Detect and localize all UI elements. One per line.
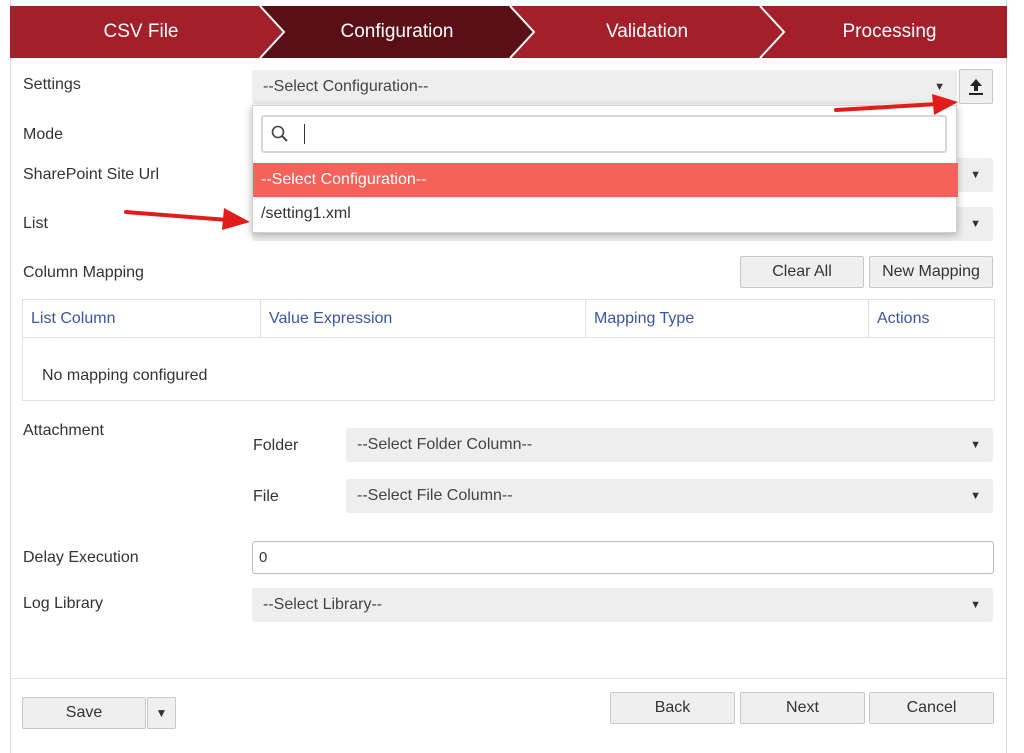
file-label: File <box>253 488 279 505</box>
chevron-down-icon: ▼ <box>970 439 981 451</box>
delay-execution-input[interactable]: 0 <box>252 541 994 574</box>
column-header-value-expression[interactable]: Value Expression <box>261 300 586 338</box>
wizard-steps: CSV File Configuration Validation Proces… <box>10 6 1007 58</box>
empty-mapping-message: No mapping configured <box>42 367 208 384</box>
cancel-button[interactable]: Cancel <box>869 692 994 724</box>
text-cursor <box>304 124 305 144</box>
chevron-down-icon: ▼ <box>155 706 168 720</box>
mode-label: Mode <box>23 126 64 143</box>
upload-icon <box>969 79 983 95</box>
upload-button[interactable] <box>959 69 993 104</box>
chevron-down-icon: ▼ <box>970 218 981 230</box>
chevron-down-icon: ▼ <box>970 169 981 181</box>
annotation-arrow-upload <box>834 94 958 115</box>
new-mapping-button[interactable]: New Mapping <box>869 256 993 288</box>
attachment-label: Attachment <box>23 422 104 439</box>
annotation-arrow-setting1 <box>124 208 250 230</box>
log-library-select[interactable]: --Select Library-- ▼ <box>252 588 993 622</box>
mapping-table: List Column Value Expression Mapping Typ… <box>22 299 995 401</box>
dropdown-option-setting1[interactable]: /setting1.xml <box>253 197 958 231</box>
log-library-select-value: --Select Library-- <box>263 596 383 613</box>
column-header-actions[interactable]: Actions <box>869 300 994 338</box>
step-validation[interactable]: Validation <box>522 6 772 58</box>
folder-label: Folder <box>253 437 299 454</box>
dropdown-search-input[interactable] <box>261 115 947 153</box>
step-processing[interactable]: Processing <box>772 6 1007 58</box>
settings-label: Settings <box>23 76 81 93</box>
file-column-select-value: --Select File Column-- <box>357 487 513 504</box>
folder-column-select-value: --Select Folder Column-- <box>357 436 533 453</box>
column-header-list-column[interactable]: List Column <box>23 300 261 338</box>
chevron-down-icon: ▼ <box>970 599 981 611</box>
file-column-select[interactable]: --Select File Column-- ▼ <box>346 479 993 513</box>
footer-divider <box>11 678 1006 679</box>
search-icon <box>271 125 288 142</box>
site-url-label: SharePoint Site Url <box>23 166 160 183</box>
next-button[interactable]: Next <box>740 692 865 724</box>
back-button[interactable]: Back <box>610 692 735 724</box>
step-configuration[interactable]: Configuration <box>272 6 522 58</box>
list-label: List <box>23 215 48 232</box>
mapping-table-header: List Column Value Expression Mapping Typ… <box>23 300 994 338</box>
log-library-label: Log Library <box>23 595 104 612</box>
column-header-mapping-type[interactable]: Mapping Type <box>586 300 869 338</box>
column-mapping-label: Column Mapping <box>23 264 144 281</box>
settings-select-value: --Select Configuration-- <box>263 78 429 95</box>
step-csv-file[interactable]: CSV File <box>10 6 272 58</box>
delay-execution-label: Delay Execution <box>23 549 139 566</box>
chevron-down-icon: ▼ <box>970 490 981 502</box>
save-options-button[interactable]: ▼ <box>147 697 176 729</box>
folder-column-select[interactable]: --Select Folder Column-- ▼ <box>346 428 993 462</box>
configuration-dropdown: --Select Configuration-- /setting1.xml <box>252 105 958 233</box>
clear-all-button[interactable]: Clear All <box>740 256 864 288</box>
dropdown-option-select-configuration[interactable]: --Select Configuration-- <box>253 163 958 197</box>
save-button[interactable]: Save <box>22 697 146 729</box>
